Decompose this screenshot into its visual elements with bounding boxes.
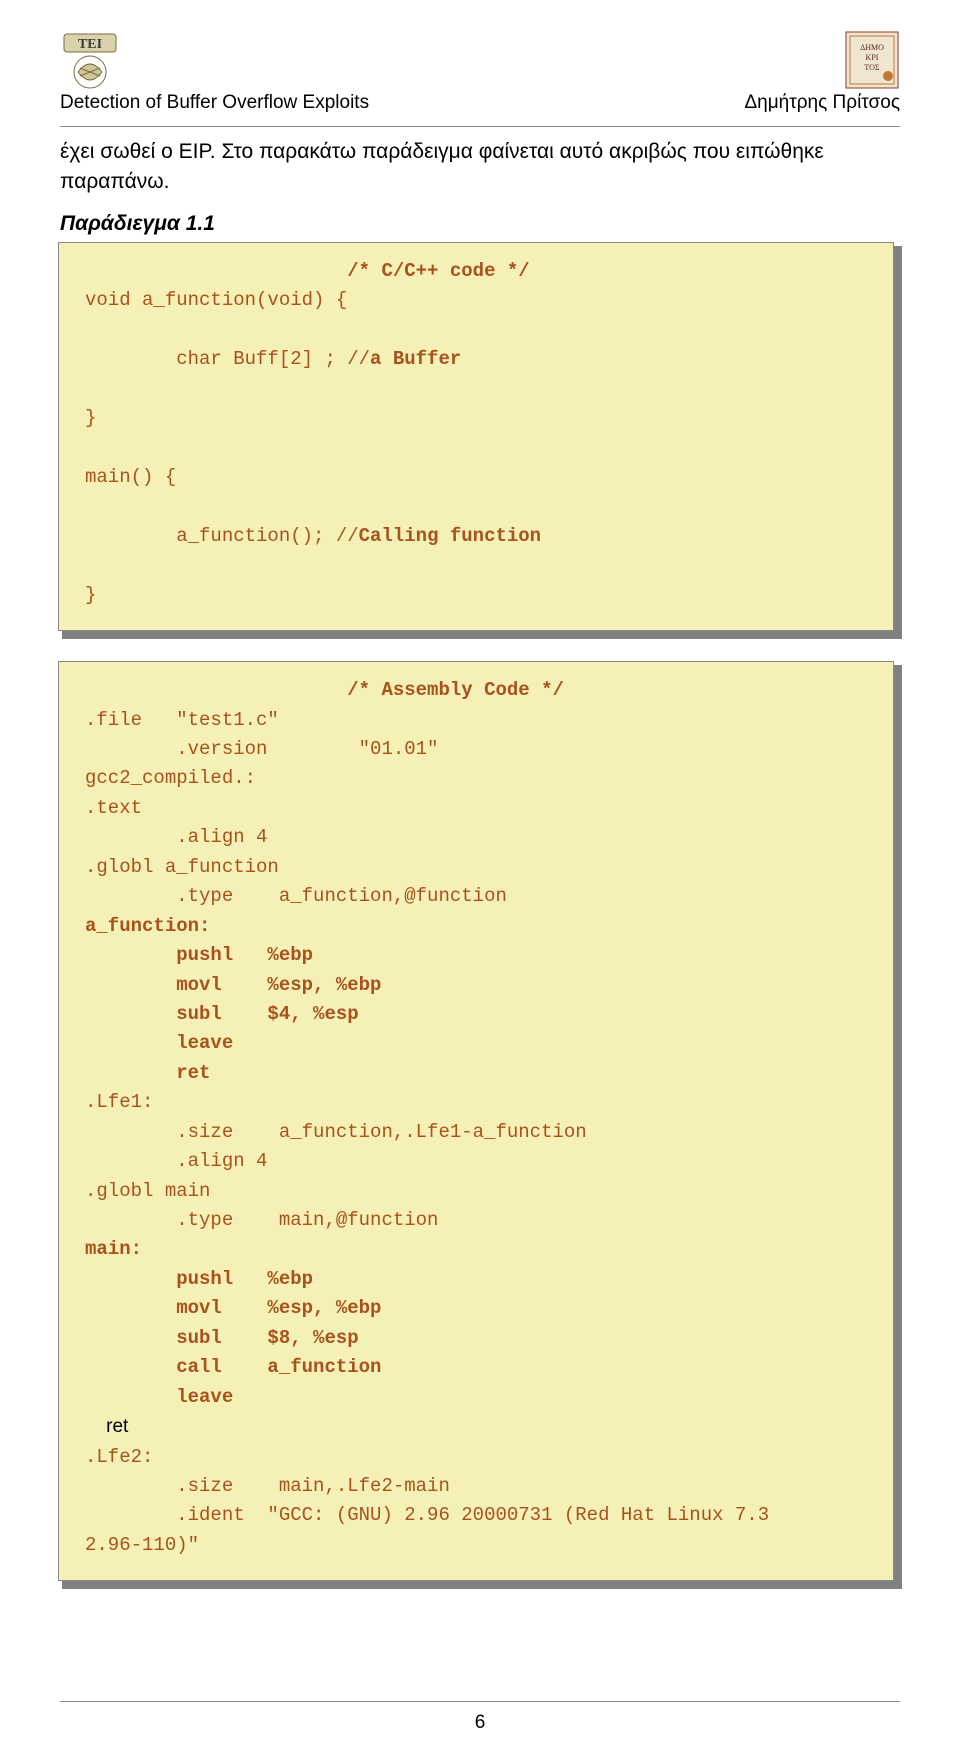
svg-text:ΔΗΜΟ: ΔΗΜΟ [860, 43, 884, 52]
c2-l2: .file "test1.c" [85, 709, 279, 731]
c2-l25: leave [85, 1386, 233, 1408]
c2-l3: .version "01.01" [85, 738, 438, 760]
svg-text:ΤΟΣ: ΤΟΣ [864, 63, 880, 72]
c2-l10: pushl %ebp [85, 944, 313, 966]
page-number: 6 [0, 1712, 960, 1734]
c2-l23: subl $8, %esp [85, 1327, 359, 1349]
c2-l17: .align 4 [85, 1150, 267, 1172]
code-block-1-wrapper: /* C/C++ code */ void a_function(void) {… [62, 246, 902, 639]
header: TEI Detection of Buffer Overflow Exploit… [0, 0, 960, 122]
c2-l22: movl %esp, %ebp [85, 1297, 381, 1319]
code-block-2-wrapper: /* Assembly Code */ .file "test1.c" .ver… [62, 665, 902, 1589]
c1-l10b: Calling function [359, 525, 541, 547]
c2-l11: movl %esp, %ebp [85, 974, 381, 996]
c2-l20: main: [85, 1238, 142, 1260]
code-block-2: /* Assembly Code */ .file "test1.c" .ver… [58, 661, 894, 1581]
c2-l24: call a_function [85, 1356, 381, 1378]
c2-l14: ret [85, 1062, 210, 1084]
c2-l30: 2.96-110)" [85, 1534, 199, 1556]
code-block-1: /* C/C++ code */ void a_function(void) {… [58, 242, 894, 631]
header-right-text: Δημήτρης Πρίτσος [744, 92, 900, 114]
c1-l8: main() { [85, 466, 176, 488]
paragraph: έχει σωθεί ο EIP. Στο παρακάτω παράδειγμ… [0, 127, 960, 206]
footer-divider [60, 1701, 900, 1702]
c2-l15: .Lfe1: [85, 1091, 153, 1113]
c2-l18: .globl main [85, 1180, 210, 1202]
c2-l28: .size main,.Lfe2-main [85, 1475, 450, 1497]
c2-l1: /* Assembly Code */ [85, 679, 564, 701]
c2-l12: subl $4, %esp [85, 1003, 359, 1025]
c2-l5: .text [85, 797, 142, 819]
c2-l7: .globl a_function [85, 856, 279, 878]
c2-l21: pushl %ebp [85, 1268, 313, 1290]
subheading: Παράδιεγμα 1.1 [0, 206, 960, 246]
c1-l6: } [85, 407, 96, 429]
c2-l29: .ident "GCC: (GNU) 2.96 20000731 (Red Ha… [85, 1504, 769, 1526]
c2-l27: .Lfe2: [85, 1446, 153, 1468]
header-right: ΔΗΜΟ ΚΡΙ ΤΟΣ Δημήτρης Πρίτσος [744, 30, 900, 114]
paragraph-line2: παραπάνω. [60, 170, 169, 193]
paragraph-line1: έχει σωθεί ο EIP. Στο παρακάτω παράδειγμ… [60, 140, 824, 163]
header-left: TEI Detection of Buffer Overflow Exploit… [60, 28, 369, 114]
logo-dimokritos-icon: ΔΗΜΟ ΚΡΙ ΤΟΣ [844, 30, 900, 90]
c1-l4b: a Buffer [370, 348, 461, 370]
c1-l1: /* C/C++ code */ [85, 260, 530, 282]
c1-l10a: a_function(); // [85, 525, 359, 547]
c2-l13: leave [85, 1032, 233, 1054]
c2-l19: .type main,@function [85, 1209, 438, 1231]
logo-tei-icon: TEI [60, 28, 120, 90]
svg-text:TEI: TEI [78, 37, 102, 52]
c1-l2a: void a_function(void) { [85, 289, 347, 311]
c2-l4: gcc2_compiled.: [85, 767, 256, 789]
header-left-text: Detection of Buffer Overflow Exploits [60, 92, 369, 114]
c2-l26: ret [85, 1416, 128, 1437]
c2-l8: .type a_function,@function [85, 885, 507, 907]
c2-l16: .size a_function,.Lfe1-a_function [85, 1121, 587, 1143]
c1-l4a: char Buff[2] ; // [85, 348, 370, 370]
svg-text:ΚΡΙ: ΚΡΙ [866, 53, 879, 62]
c2-l9: a_function: [85, 915, 210, 937]
c2-l6: .align 4 [85, 826, 267, 848]
c1-l12: } [85, 584, 96, 606]
